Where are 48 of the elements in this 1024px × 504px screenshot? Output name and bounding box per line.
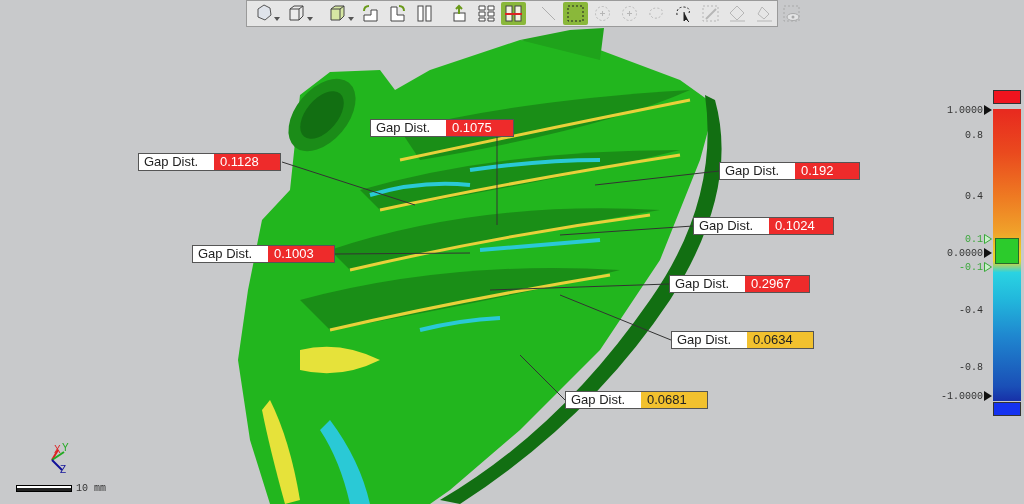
callout-value: 0.0681 [641, 392, 707, 408]
callout-label: Gap Dist. [694, 218, 769, 234]
callout-value: 0.1075 [446, 120, 513, 136]
rotate-right-icon [387, 3, 408, 24]
eye-icon [781, 3, 802, 24]
scale-tick-label: -0.8 [959, 360, 983, 375]
scale-bar-label: 10 mm [76, 482, 106, 496]
overflow-high-swatch [993, 90, 1021, 104]
scale-tick-label: -0.4 [959, 303, 983, 318]
caret-icon [274, 17, 280, 21]
overflow-low-swatch [993, 402, 1021, 416]
callout-label: Gap Dist. [672, 332, 747, 348]
caret-icon [348, 17, 354, 21]
brush-icon [700, 3, 721, 24]
compare-panels-icon [503, 3, 524, 24]
grid-icon [476, 3, 497, 24]
callout-label: Gap Dist. [371, 120, 446, 136]
callout-label: Gap Dist. [566, 392, 641, 408]
leader-line [519, 354, 566, 401]
caret-icon [307, 17, 313, 21]
callout-label: Gap Dist. [670, 276, 745, 292]
callout-value: 0.1003 [268, 246, 334, 262]
bucket-icon [727, 3, 748, 24]
wireframe-cube-icon [327, 3, 348, 24]
rotate-left-icon [360, 3, 381, 24]
tolerance-band [995, 238, 1019, 264]
circle-plus-icon [619, 3, 640, 24]
scale-bar-icon [16, 485, 72, 492]
callout-value: 0.192 [795, 163, 859, 179]
callout-value: 0.2967 [745, 276, 809, 292]
scale-tick-label: 0.0000 [947, 246, 983, 261]
callout-value: 0.1024 [769, 218, 833, 234]
cube-icon [286, 3, 307, 24]
scale-tick-label: 1.0000 [947, 103, 983, 118]
callout-label: Gap Dist. [139, 154, 214, 170]
circle-plus-icon [592, 3, 613, 24]
scale-tick-label: 0.1 [965, 232, 983, 247]
scale-tick-label: -0.1 [959, 260, 983, 275]
scale-tick-label: 0.4 [965, 189, 983, 204]
scale-tick-label: 0.8 [965, 128, 983, 143]
split-panels-icon [414, 3, 435, 24]
callout-value: 0.1128 [214, 154, 280, 170]
callout-value: 0.0634 [747, 332, 813, 348]
callout-label: Gap Dist. [193, 246, 268, 262]
rectangle-select-icon [565, 3, 586, 24]
callout-label: Gap Dist. [720, 163, 795, 179]
scale-tick-label: -1.0000 [941, 389, 983, 404]
marker-icon [984, 105, 992, 115]
